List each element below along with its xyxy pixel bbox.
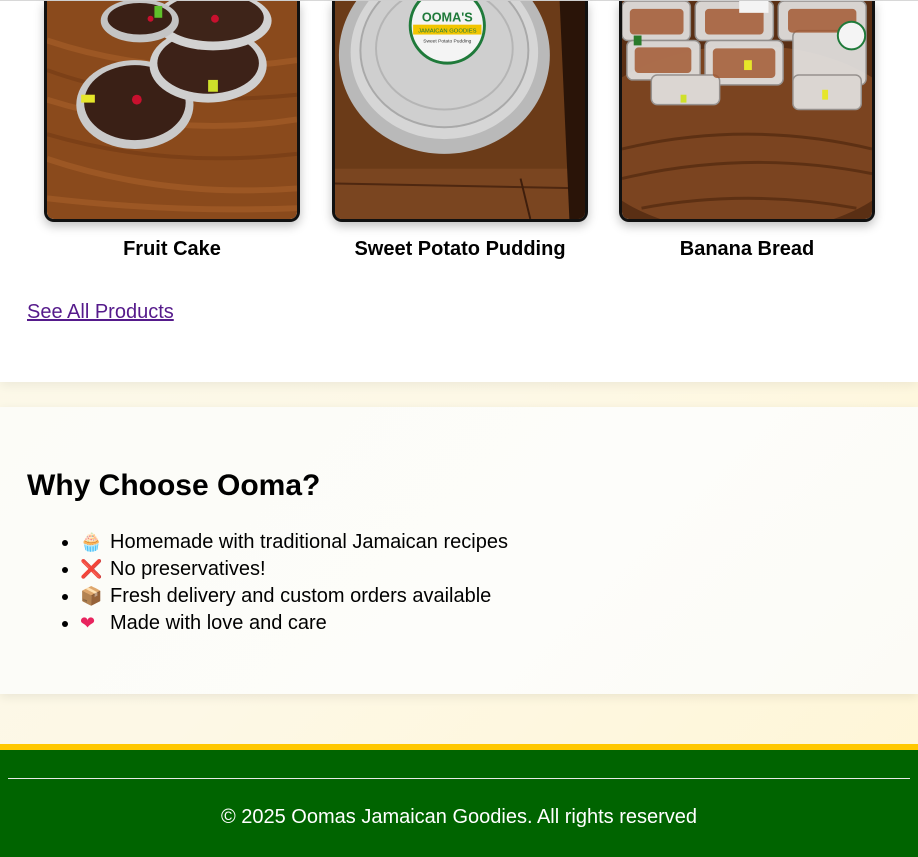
cross-mark-icon: ❌ [80,559,103,580]
product-card-fruit-cake[interactable]: Fruit Cake [44,1,300,261]
copyright-text: © 2025 Oomas Jamaican Goodies. All right… [220,806,698,828]
list-item-text: No preservatives! [110,558,266,580]
package-icon: 📦 [80,586,103,607]
list-item: 📦 Fresh delivery and custom orders availa… [80,583,891,610]
list-item-text: Homemade with traditional Jamaican recip… [110,531,508,553]
product-card-banana-bread[interactable]: Banana Bread [619,1,875,261]
label-sub-text: JAMAICAN GOODIES [418,29,477,35]
product-name[interactable]: Sweet Potato Pudding [332,238,588,261]
cupcake-icon: 🧁 [80,532,103,553]
heart-icon: ❤ [80,613,96,634]
why-heading: Why Choose Ooma? [27,469,321,502]
list-item-text: Fresh delivery and custom orders availab… [110,585,492,607]
see-all-products-link[interactable]: See All Products [27,301,174,324]
product-photo-sweet-potato-pudding[interactable]: OOMA'S JAMAICAN GOODIES Sweet Potato Pud… [332,1,588,222]
why-choose-section: Why Choose Ooma? 🧁 Homemade with traditio… [0,407,918,694]
product-card-sweet-potato-pudding[interactable]: OOMA'S JAMAICAN GOODIES Sweet Potato Pud… [332,1,588,261]
product-name[interactable]: Banana Bread [619,238,875,261]
label-brand-text: OOMA'S [422,10,473,25]
list-item: ❌ No preservatives! [80,556,891,583]
product-photo-fruit-cake[interactable] [44,1,300,222]
list-item: 🧁 Homemade with traditional Jamaican reci… [80,529,891,556]
product-photo-banana-bread[interactable] [619,1,875,222]
footer-divider [8,778,910,779]
site-footer: © 2025 Oomas Jamaican Goodies. All right… [0,744,918,857]
label-small-text: Sweet Potato Pudding [423,38,471,44]
list-item-text: Made with love and care [110,612,327,634]
featured-products-section: Fruit Cake OOMA'S JAMAICAN GOODIES Sweet… [0,0,918,382]
list-item: ❤ Made with love and care [80,610,891,637]
product-name[interactable]: Fruit Cake [44,238,300,261]
why-list: 🧁 Homemade with traditional Jamaican reci… [27,529,891,637]
